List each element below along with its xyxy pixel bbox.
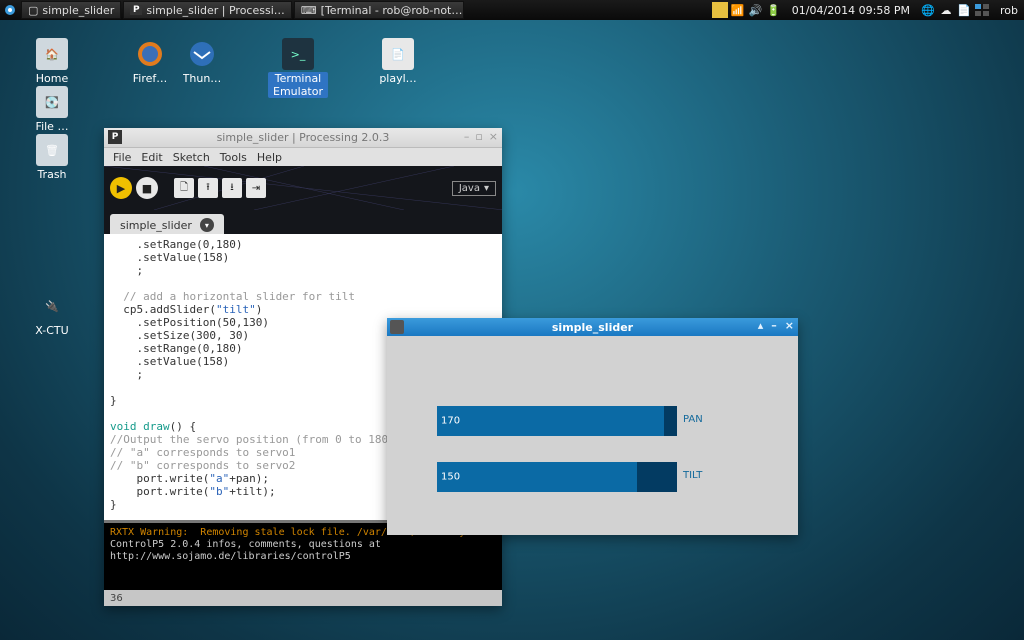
open-button[interactable]: ⭱: [198, 178, 218, 198]
processing-menubar: File Edit Sketch Tools Help: [104, 148, 502, 166]
home-folder-icon: 🏠: [36, 38, 68, 70]
clock[interactable]: 01/04/2014 09:58 PM: [786, 4, 916, 17]
desktop-icon-playlist[interactable]: 📄 playl…: [366, 38, 430, 85]
pan-value: 170: [441, 416, 460, 427]
menu-file[interactable]: File: [108, 151, 136, 164]
menu-tools[interactable]: Tools: [215, 151, 252, 164]
export-button[interactable]: ⇥: [246, 178, 266, 198]
terminal-emulator-icon: >_: [282, 38, 314, 70]
menu-help[interactable]: Help: [252, 151, 287, 164]
task-button-slider-app[interactable]: ▢ simple_slider: [21, 1, 121, 19]
processing-statusbar: 36: [104, 590, 502, 606]
cloud-icon[interactable]: ☁: [938, 2, 954, 18]
slider-body: 170 PAN 150 TILT: [387, 336, 798, 535]
desktop-icon-home[interactable]: 🏠 Home: [20, 38, 84, 85]
desktop-icon-xctu[interactable]: 🔌 X-CTU: [20, 290, 84, 337]
close-button[interactable]: ×: [785, 319, 794, 332]
tilt-label: TILT: [683, 470, 702, 481]
note-icon[interactable]: [712, 2, 728, 18]
java-app-icon: [390, 320, 404, 334]
menu-sketch[interactable]: Sketch: [168, 151, 215, 164]
desktop-icon-filesystem[interactable]: 💽 File …: [20, 86, 84, 133]
run-button[interactable]: ▶: [110, 177, 132, 199]
task-label: simple_slider | Processi…: [146, 4, 284, 17]
desktop-icon-trash[interactable]: 🗑 Trash: [20, 134, 84, 181]
stop-button[interactable]: ■: [136, 177, 158, 199]
task-label: [Terminal - rob@rob-not…: [321, 4, 463, 17]
globe-icon[interactable]: 🌐: [920, 2, 936, 18]
terminal-icon: ⌨: [301, 4, 317, 17]
processing-icon: P: [130, 5, 142, 15]
start-menu-icon[interactable]: [0, 0, 20, 20]
system-tray: 📶 🔊 🔋: [708, 2, 786, 18]
tab-menu-icon[interactable]: ▾: [200, 218, 214, 232]
window-title: simple_slider: [552, 321, 633, 334]
roll-up-button[interactable]: ▴: [758, 319, 764, 332]
volume-icon[interactable]: 🔊: [748, 2, 764, 18]
chevron-down-icon: ▾: [484, 183, 489, 194]
window-icon: ▢: [28, 4, 38, 17]
task-button-terminal[interactable]: ⌨ [Terminal - rob@rob-not…: [294, 1, 464, 19]
tilt-slider[interactable]: 150: [437, 462, 677, 492]
wifi-icon[interactable]: 📶: [730, 2, 746, 18]
mode-selector[interactable]: Java ▾: [452, 181, 496, 196]
username-menu[interactable]: rob: [994, 4, 1024, 17]
slider-window: simple_slider ▴ – × 170 PAN 150 TILT: [387, 318, 798, 535]
new-button[interactable]: 🗋: [174, 178, 194, 198]
sketch-tab[interactable]: simple_slider ▾: [110, 214, 224, 234]
battery-icon[interactable]: 🔋: [766, 2, 782, 18]
task-button-processing[interactable]: P simple_slider | Processi…: [123, 1, 291, 19]
pan-label: PAN: [683, 414, 703, 425]
minimize-button[interactable]: –: [464, 130, 470, 143]
processing-tabbar: simple_slider ▾: [104, 210, 502, 234]
document-icon[interactable]: 📄: [956, 2, 972, 18]
slider-titlebar[interactable]: simple_slider ▴ – ×: [387, 318, 798, 336]
maximize-button[interactable]: ▫: [475, 130, 482, 143]
processing-titlebar[interactable]: P simple_slider | Processing 2.0.3 – ▫ ×: [104, 128, 502, 148]
text-file-icon: 📄: [382, 38, 414, 70]
firefox-icon: [134, 38, 166, 70]
desktop-icon-thunderbird[interactable]: Thun…: [170, 38, 234, 85]
desktop-icon-terminal-emulator[interactable]: >_ Terminal Emulator: [266, 38, 330, 98]
thunderbird-icon: [186, 38, 218, 70]
close-button[interactable]: ×: [489, 130, 498, 143]
taskbar: ▢ simple_slider P simple_slider | Proces…: [0, 0, 1024, 20]
tilt-value: 150: [441, 472, 460, 483]
line-number: 36: [110, 593, 123, 604]
save-button[interactable]: ⭳: [222, 178, 242, 198]
processing-app-icon: P: [108, 130, 122, 144]
menu-edit[interactable]: Edit: [136, 151, 167, 164]
trash-icon: 🗑: [36, 134, 68, 166]
task-label: simple_slider: [42, 4, 114, 17]
processing-toolbar: ▶ ■ 🗋 ⭱ ⭳ ⇥ Java ▾: [104, 166, 502, 210]
workspace-switcher-icon[interactable]: [974, 2, 990, 18]
pan-slider[interactable]: 170: [437, 406, 677, 436]
window-title: simple_slider | Processing 2.0.3: [217, 131, 390, 144]
xctu-icon: 🔌: [36, 290, 68, 322]
drive-icon: 💽: [36, 86, 68, 118]
minimize-button[interactable]: –: [771, 319, 777, 332]
